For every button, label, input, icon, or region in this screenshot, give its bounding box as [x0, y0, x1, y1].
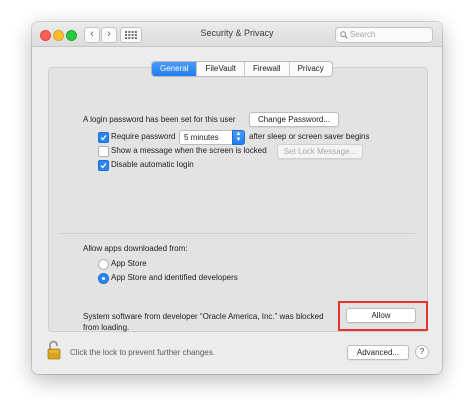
login-password-text: A login password has been set for this u…	[83, 115, 236, 124]
disable-auto-login-checkbox[interactable]	[98, 160, 109, 171]
change-password-button[interactable]: Change Password...	[249, 112, 339, 127]
title-bar: ‹ › Security & Privacy	[32, 22, 442, 47]
radio-app-store[interactable]	[98, 259, 109, 270]
help-button[interactable]: ?	[415, 345, 429, 359]
radio-identified-developers[interactable]	[98, 273, 109, 284]
advanced-button[interactable]: Advanced...	[347, 345, 409, 360]
radio-app-store-label: App Store	[111, 259, 147, 268]
section-divider	[59, 233, 415, 234]
require-password-checkbox[interactable]	[98, 132, 109, 143]
allow-button[interactable]: Allow	[346, 308, 416, 323]
require-password-delay-value: 5 minutes	[184, 133, 219, 142]
security-privacy-window: ‹ › Security & Privacy General Fil	[32, 22, 442, 374]
tab-privacy[interactable]: Privacy	[288, 62, 332, 76]
blocked-software-text-line1: System software from developer “Oracle A…	[83, 312, 324, 321]
blocked-software-text-line2: from loading.	[83, 323, 130, 332]
select-arrows-icon: ▲ ▼	[232, 130, 245, 145]
lock-button[interactable]	[47, 340, 61, 360]
search-input[interactable]	[350, 29, 428, 40]
search-field[interactable]	[335, 27, 433, 43]
lock-hint-text: Click the lock to prevent further change…	[70, 348, 215, 357]
require-password-label: Require password	[111, 132, 176, 141]
tab-filevault[interactable]: FileVault	[196, 62, 244, 76]
unlocked-padlock-icon	[47, 340, 61, 360]
general-panel: A login password has been set for this u…	[48, 67, 428, 332]
require-password-delay-select[interactable]: 5 minutes ▲ ▼	[179, 130, 245, 145]
tab-general[interactable]: General	[152, 62, 197, 76]
radio-identified-developers-label: App Store and identified developers	[111, 273, 238, 282]
show-message-label: Show a message when the screen is locked	[111, 146, 267, 155]
tab-firewall[interactable]: Firewall	[244, 62, 289, 76]
set-lock-message-button[interactable]: Set Lock Message...	[277, 144, 363, 159]
disable-auto-login-label: Disable automatic login	[111, 160, 194, 169]
require-password-suffix: after sleep or screen saver begins	[249, 132, 370, 141]
checkmark-icon	[100, 162, 107, 169]
search-icon	[340, 31, 348, 39]
allow-apps-heading: Allow apps downloaded from:	[83, 244, 188, 253]
tab-bar: General FileVault Firewall Privacy	[151, 61, 333, 77]
show-message-checkbox[interactable]	[98, 146, 109, 157]
checkmark-icon	[100, 134, 107, 141]
